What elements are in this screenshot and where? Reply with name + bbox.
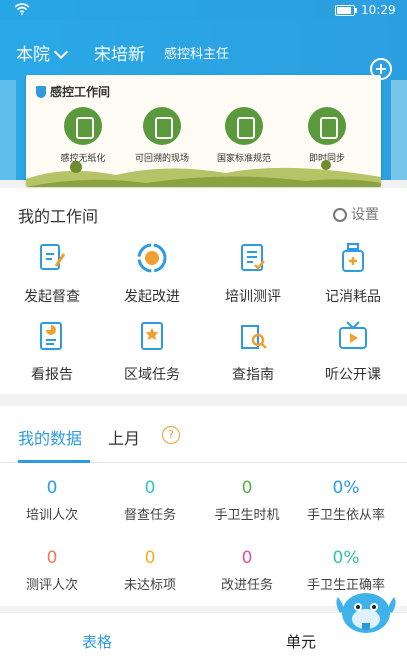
workspace-card: 我的工作间 设置 发起督查 发起改进 培训测评 记消耗品 看报告 区域任务 查指… bbox=[0, 188, 407, 394]
banner-feature: 国家标准规范 bbox=[204, 107, 284, 164]
edit-doc-icon bbox=[40, 244, 66, 270]
gear-icon bbox=[333, 208, 347, 222]
bottle-plus-icon bbox=[342, 243, 364, 272]
status-bar: 10:29 bbox=[0, 0, 407, 20]
workspace-title: 我的工作间 bbox=[18, 207, 99, 226]
tab-my-data[interactable]: 我的数据 bbox=[18, 425, 82, 449]
user-name: 宋培新 bbox=[94, 45, 145, 65]
shield-icon bbox=[36, 86, 46, 98]
tile-start-inspection[interactable]: 发起督查 bbox=[2, 242, 102, 306]
bottom-tab-unit[interactable]: 单元 bbox=[286, 631, 316, 652]
decoration-right bbox=[391, 80, 407, 180]
checklist-icon bbox=[241, 244, 265, 271]
wifi-icon bbox=[14, 3, 30, 15]
banner-feature: 即时同步 bbox=[287, 107, 367, 164]
data-tabs: 我的数据 上月 ? bbox=[0, 406, 407, 463]
banner-brand: 感控工作间 bbox=[36, 83, 110, 100]
active-tab-indicator bbox=[18, 460, 90, 463]
hospital-label: 本院 bbox=[16, 45, 50, 65]
hospital-selector[interactable]: 本院 bbox=[16, 40, 69, 65]
star-flag-icon bbox=[141, 322, 163, 350]
bottom-tab-table[interactable]: 表格 bbox=[82, 631, 112, 652]
report-icon bbox=[40, 322, 62, 350]
stat-item[interactable]: 0 改进任务 bbox=[197, 548, 297, 593]
user-role: 感控科主任 bbox=[164, 47, 230, 62]
medal-icon bbox=[225, 107, 263, 145]
tile-view-report[interactable]: 看报告 bbox=[2, 320, 102, 384]
refresh-icon bbox=[143, 107, 181, 145]
clock: 10:29 bbox=[361, 3, 396, 17]
help-icon[interactable]: ? bbox=[162, 426, 180, 444]
tile-guidelines[interactable]: 查指南 bbox=[203, 320, 303, 384]
tile-training-assessment[interactable]: 培训测评 bbox=[203, 242, 303, 306]
my-data-card: 我的数据 上月 ? 0 培训人次 0 督查任务 0 手卫生时机 0% 手卫生依从… bbox=[0, 406, 407, 606]
tile-start-improvement[interactable]: 发起改进 bbox=[102, 242, 202, 306]
tablet-icon bbox=[64, 107, 102, 145]
tile-record-consumables[interactable]: 记消耗品 bbox=[303, 242, 403, 306]
stat-item[interactable]: 0% 手卫生依从率 bbox=[294, 478, 398, 523]
stat-item[interactable]: 0 手卫生时机 bbox=[197, 478, 297, 523]
stat-item[interactable]: 0 督查任务 bbox=[100, 478, 200, 523]
guide-search-icon bbox=[241, 325, 267, 349]
tab-last-month[interactable]: 上月 bbox=[108, 425, 140, 449]
chevron-down-icon bbox=[53, 44, 69, 60]
banner-feature: 感控无纸化 bbox=[43, 107, 123, 164]
battery-icon bbox=[335, 5, 357, 16]
promo-banner[interactable]: 感控工作间 感控无纸化 可回溯的现场 国家标准规范 即时同步 bbox=[26, 75, 381, 187]
sync-icon bbox=[308, 107, 346, 145]
banner-feature: 可回溯的现场 bbox=[122, 107, 202, 164]
mascot-assistant-icon[interactable] bbox=[334, 583, 398, 643]
stat-item[interactable]: 0 测评人次 bbox=[2, 548, 102, 593]
tile-public-course[interactable]: 听公开课 bbox=[303, 320, 403, 384]
pdca-icon bbox=[137, 243, 167, 273]
tile-regional-tasks[interactable]: 区域任务 bbox=[102, 320, 202, 384]
tv-play-icon bbox=[339, 321, 367, 349]
settings-button[interactable]: 设置 bbox=[333, 204, 379, 224]
decoration-left bbox=[0, 80, 16, 180]
hills-illustration bbox=[26, 160, 381, 187]
stat-item[interactable]: 0 未达标项 bbox=[100, 548, 200, 593]
stat-item[interactable]: 0 培训人次 bbox=[2, 478, 102, 523]
